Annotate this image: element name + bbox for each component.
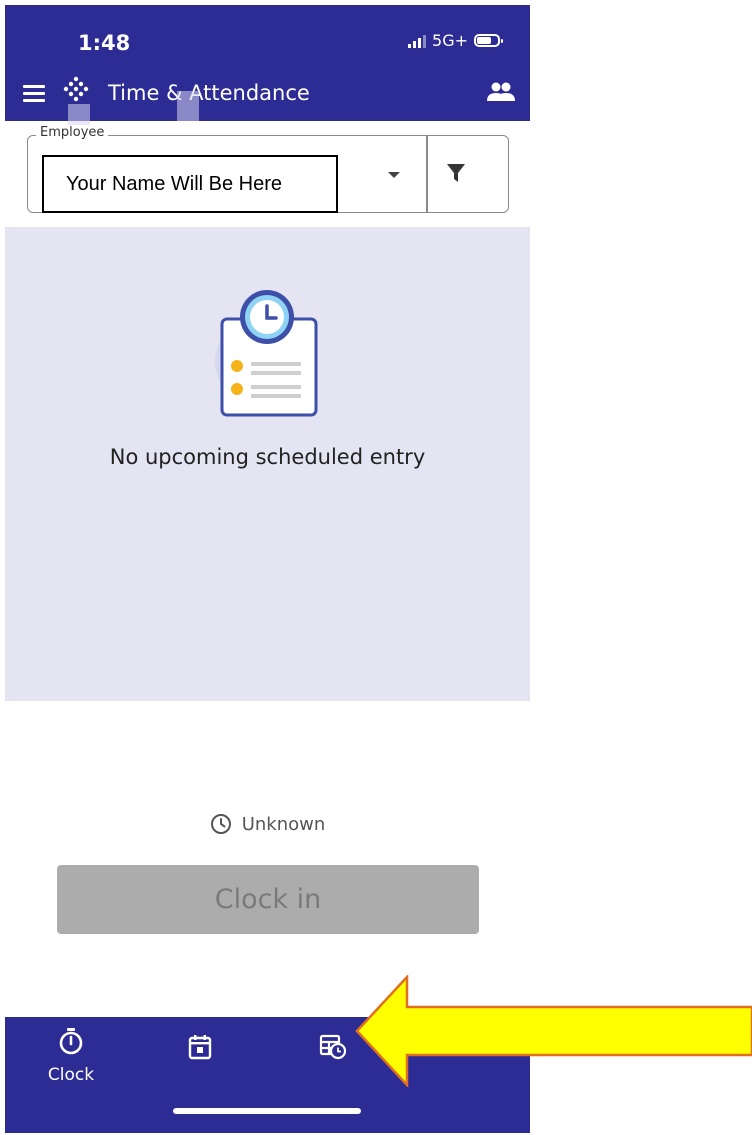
clipboard-clock-icon: [215, 290, 318, 417]
employee-name-value[interactable]: Your Name Will Be Here: [42, 155, 338, 213]
people-icon[interactable]: [486, 81, 516, 103]
status-indicators: 5G+: [408, 31, 503, 50]
chevron-down-icon[interactable]: [388, 172, 400, 178]
overlay-artifact: [177, 91, 199, 121]
employee-label: Employee: [36, 125, 109, 140]
clock-status: Unknown: [5, 813, 530, 835]
battery-icon: [474, 34, 503, 47]
calendar-icon: [188, 1035, 212, 1060]
network-type: 5G+: [432, 31, 468, 50]
nav-item-clock[interactable]: Clock: [31, 1027, 111, 1085]
app-title: Time & Attendance: [108, 81, 310, 105]
filter-icon[interactable]: [446, 162, 466, 184]
clock-icon: [210, 814, 231, 834]
menu-icon[interactable]: [23, 85, 45, 103]
nav-item-label: Clock: [47, 1065, 95, 1085]
annotation-arrow: [355, 975, 752, 1087]
empty-schedule-message: No upcoming scheduled entry: [109, 445, 426, 469]
app-logo-icon: [63, 76, 89, 102]
phone-screen: 1:48 5G+ Time & Attendance Employee Your…: [5, 5, 530, 1133]
clock-status-text: Unknown: [241, 813, 326, 835]
employee-select[interactable]: Employee Your Name Will Be Here: [27, 125, 509, 213]
top-bar: 1:48 5G+ Time & Attendance: [5, 5, 530, 132]
signal-icon: [408, 34, 427, 48]
schedule-empty-panel: No upcoming scheduled entry: [5, 227, 530, 701]
home-indicator: [173, 1108, 361, 1114]
status-time: 1:48: [78, 31, 131, 55]
stopwatch-icon: [59, 1028, 83, 1055]
timesheet-icon: [319, 1034, 347, 1060]
nav-item-schedule[interactable]: [160, 1034, 240, 1060]
clock-in-button[interactable]: Clock in: [57, 865, 479, 934]
field-divider: [426, 136, 428, 212]
